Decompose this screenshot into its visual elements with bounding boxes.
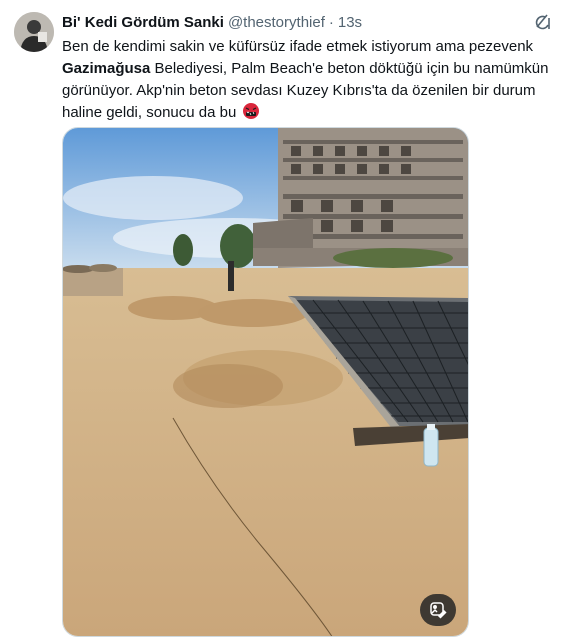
author-name[interactable]: Bi' Kedi Gördüm Sanki [62, 14, 224, 31]
angry-face-symbols-icon [242, 102, 260, 120]
image-edit-button[interactable] [420, 594, 456, 626]
grok-icon[interactable] [533, 12, 553, 32]
tweet-text-bold: Gazimağusa [62, 60, 151, 77]
image-edit-icon [430, 602, 447, 619]
timestamp[interactable]: 13s [338, 14, 362, 31]
separator-dot: · [328, 13, 334, 31]
tweet-photo[interactable] [62, 127, 469, 637]
tweet-text-part1: Ben de kendimi sakin ve küfürsüz ifade e… [62, 38, 534, 55]
tweet-header: Bi' Kedi Gördüm Sanki @thestorythief · 1… [62, 12, 362, 32]
author-handle[interactable]: @thestorythief [228, 14, 325, 31]
author-avatar[interactable] [14, 12, 54, 52]
tweet[interactable]: Bi' Kedi Gördüm Sanki @thestorythief · 1… [0, 0, 561, 641]
tweet-text: Ben de kendimi sakin ve küfürsüz ifade e… [62, 36, 552, 124]
